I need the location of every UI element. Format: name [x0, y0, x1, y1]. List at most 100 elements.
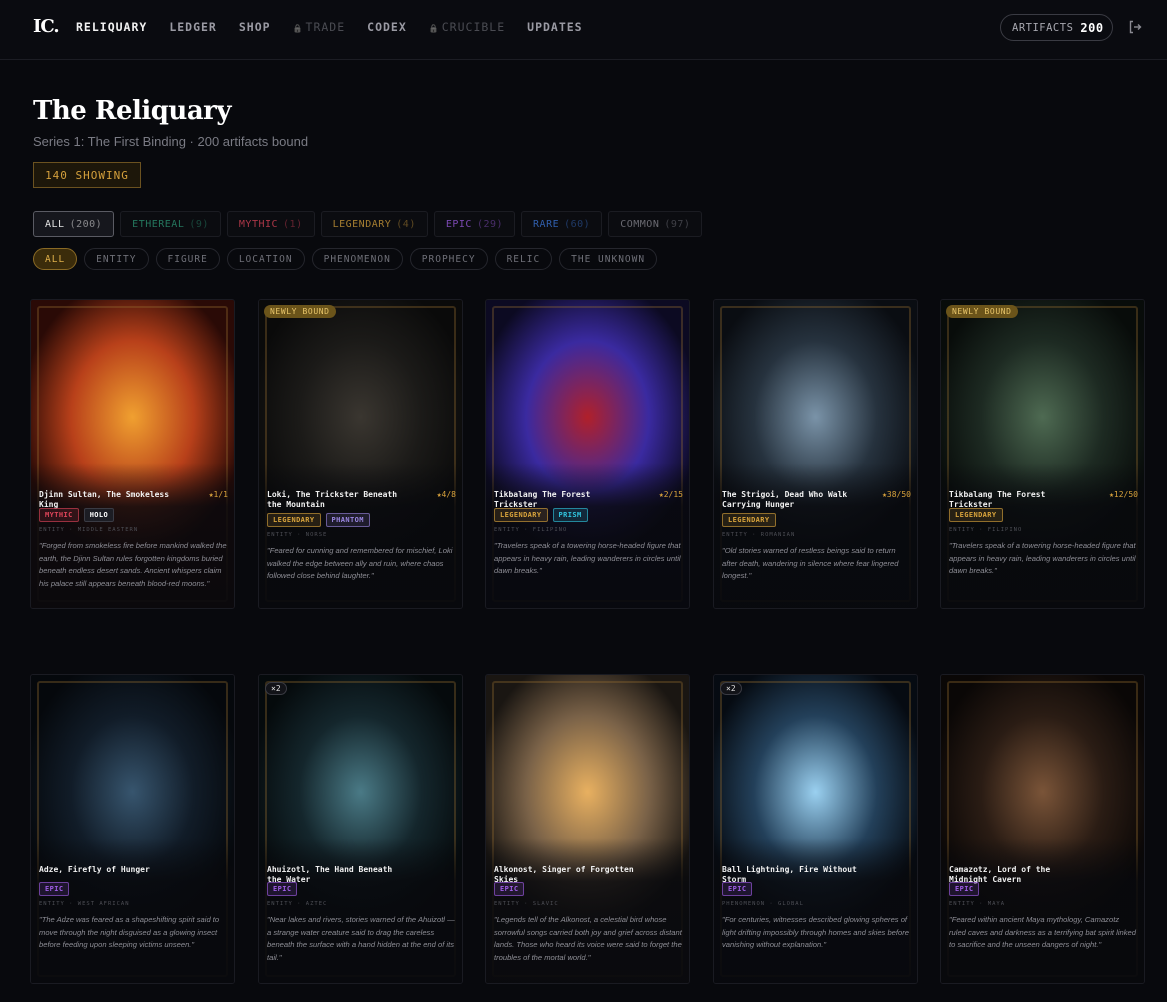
card-name: Tikbalang The Forest Trickster [494, 490, 591, 509]
card-serial: ★2/15 [658, 490, 683, 499]
artifact-card[interactable]: ×2 Ball Lightning, Fire Without Storm EPIC… [713, 674, 918, 984]
rarity-tag-holo: HOLO [83, 508, 115, 522]
card-serial: ★4/8 [436, 490, 456, 499]
artifact-card[interactable]: The Strigoi, Dead Who Walk Carrying Hung… [713, 299, 918, 609]
nav-item-shop[interactable]: SHOP [239, 20, 271, 34]
logo[interactable]: IC. [33, 16, 60, 37]
artifacts-count: 200 [1080, 20, 1104, 35]
card-meta: ENTITY · MAYA [949, 901, 1006, 907]
page-title: The Reliquary [33, 96, 231, 126]
rarity-filter-count: (97) [664, 218, 691, 230]
newly-bound-badge: NEWLY BOUND [264, 305, 336, 318]
rarity-tag-epic: EPIC [722, 882, 753, 896]
card-shade [941, 463, 1144, 608]
type-filter-row: ALL ENTITY FIGURE LOCATION PHENOMENON PROPHEC… [33, 248, 658, 270]
rarity-filter-label: COMMON [620, 218, 660, 230]
rarity-filter-count: (1) [283, 218, 303, 230]
type-filter-phenomenon[interactable]: PHENOMENON [311, 248, 403, 270]
rarity-tag-legendary: LEGENDARY [949, 508, 1003, 522]
card-meta: PHENOMENON · GLOBAL [722, 901, 804, 907]
type-filter-prophecy[interactable]: PROPHECY [409, 248, 488, 270]
card-shade [714, 838, 917, 983]
rarity-filter-count: (60) [564, 218, 591, 230]
type-filter-location[interactable]: LOCATION [226, 248, 305, 270]
rarity-tag-mythic: MYTHIC [39, 508, 79, 522]
card-flavor-text: "Old stories warned of restless beings s… [722, 546, 899, 580]
card-meta: ENTITY · NORSE [267, 532, 328, 538]
nav-item-label: CODEX [367, 20, 407, 34]
card-tags: EPIC [722, 882, 753, 896]
card-name: Adze, Firefly of Hunger [39, 865, 150, 874]
artifact-card[interactable]: ×2 Ahuizotl, The Hand Beneath the Water EP… [258, 674, 463, 984]
artifact-card[interactable]: Alkonost, Singer of Forgotten Skies EPIC E… [485, 674, 690, 984]
card-flavor-text: "Forged from smokeless fire before manki… [39, 541, 227, 588]
card-tags: LEGENDARY PHANTOM [267, 513, 370, 527]
lock-icon: 🔒 [428, 24, 440, 33]
card-serial: ★38/50 [882, 490, 911, 499]
rarity-filter-epic[interactable]: EPIC (29) [433, 211, 516, 237]
card-tags: LEGENDARY [949, 508, 1003, 522]
artifact-card[interactable]: Djinn Sultan, The Smokeless King ★1/1 MYTH… [30, 299, 235, 609]
card-name: Djinn Sultan, The Smokeless King [39, 490, 170, 509]
card-flavor-text: "Near lakes and rivers, stories warned o… [267, 915, 455, 962]
rarity-filter-count: (200) [69, 218, 103, 230]
type-filter-the-unknown[interactable]: THE UNKNOWN [559, 248, 658, 270]
artifacts-counter[interactable]: ARTIFACTS 200 [1000, 14, 1113, 41]
rarity-tag-epic: EPIC [267, 882, 298, 896]
card-flavor-text: "Travelers speak of a towering horse-hea… [494, 541, 681, 575]
rarity-filter-ethereal[interactable]: ETHEREAL (9) [120, 211, 221, 237]
card-flavor-text: "The Adze was feared as a shapeshifting … [39, 915, 220, 949]
duplicate-badge: ×2 [720, 682, 742, 695]
duplicate-badge: ×2 [265, 682, 287, 695]
rarity-filter-common[interactable]: COMMON (97) [608, 211, 703, 237]
card-tags: EPIC [39, 882, 70, 896]
nav-item-label: TRADE [305, 20, 346, 34]
lock-icon: 🔒 [292, 24, 304, 33]
artifact-card[interactable]: NEWLY BOUND Loki, The Trickster Beneath t… [258, 299, 463, 609]
rarity-tag-epic: EPIC [494, 882, 525, 896]
card-name: The Strigoi, Dead Who Walk Carrying Hung… [722, 490, 848, 509]
nav-item-reliquary[interactable]: RELIQUARY [76, 20, 147, 34]
rarity-filter-count: (4) [396, 218, 416, 230]
top-nav: IC. RELIQUARY LEDGER SHOP 🔒 TRADE CODEX 🔒 CRUCI… [0, 0, 1167, 60]
card-flavor-text: "For centuries, witnesses described glow… [722, 915, 909, 949]
nav-item-ledger[interactable]: LEDGER [169, 20, 217, 34]
card-shade [31, 838, 234, 983]
artifacts-label: ARTIFACTS [1012, 21, 1074, 34]
card-serial: ★12/50 [1109, 490, 1138, 499]
card-shade [941, 838, 1144, 983]
rarity-tag-prism: PRISM [552, 508, 588, 522]
type-filter-all[interactable]: ALL [33, 248, 78, 270]
rarity-filter-mythic[interactable]: MYTHIC (1) [226, 211, 315, 237]
nav-item-updates[interactable]: UPDATES [527, 20, 582, 34]
card-tags: LEGENDARY [722, 513, 776, 527]
rarity-filter-label: MYTHIC [238, 218, 279, 230]
card-tags: LEGENDARY PRISM [494, 508, 588, 522]
type-filter-entity[interactable]: ENTITY [84, 248, 149, 270]
rarity-filter-legendary[interactable]: LEGENDARY (4) [320, 211, 428, 237]
type-filter-relic[interactable]: RELIC [494, 248, 553, 270]
card-tags: EPIC [494, 882, 525, 896]
rarity-filter-label: RARE [533, 218, 560, 230]
type-filter-figure[interactable]: FIGURE [155, 248, 220, 270]
nav-item-label: LEDGER [169, 20, 217, 34]
nav-item-label: CRUCIBLE [441, 20, 506, 34]
card-meta: ENTITY · FILIPINO [494, 527, 568, 533]
rarity-filter-label: EPIC [445, 218, 472, 230]
logout-icon[interactable] [1127, 19, 1143, 35]
artifact-card[interactable]: Adze, Firefly of Hunger EPIC ENTITY · WEST… [30, 674, 235, 984]
card-serial: ★1/1 [208, 490, 228, 499]
artifact-card[interactable]: NEWLY BOUND Tikbalang The Forest Trickste… [940, 299, 1145, 609]
showing-count-badge: 140 SHOWING [33, 162, 141, 188]
nav-item-crucible: 🔒 CRUCIBLE [429, 20, 505, 34]
rarity-filter-all[interactable]: ALL (200) [33, 211, 115, 237]
artifact-card[interactable]: Camazotz, Lord of the Midnight Cavern EPI… [940, 674, 1145, 984]
newly-bound-badge: NEWLY BOUND [946, 305, 1018, 318]
nav-item-codex[interactable]: CODEX [367, 20, 407, 34]
artifact-card[interactable]: Tikbalang The Forest Trickster ★2/15 LEGEN… [485, 299, 690, 609]
card-meta: ENTITY · WEST AFRICAN [39, 901, 130, 907]
rarity-filter-label: ALL [45, 218, 65, 230]
rarity-filter-label: ETHEREAL [132, 218, 185, 230]
rarity-filter-rare[interactable]: RARE (60) [521, 211, 603, 237]
card-shade [486, 463, 689, 608]
